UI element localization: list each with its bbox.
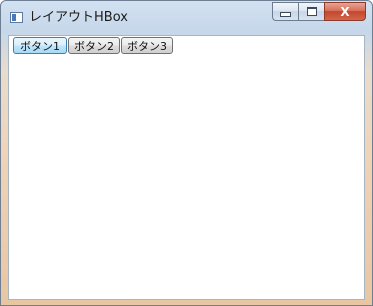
window-client-area <box>8 35 365 300</box>
button-1[interactable]: ボタン1 <box>13 37 67 54</box>
maximize-icon <box>306 7 317 16</box>
close-icon: X <box>340 4 350 19</box>
minimize-button[interactable] <box>272 2 298 21</box>
minimize-icon <box>280 12 291 17</box>
app-window-icon[interactable] <box>10 12 23 23</box>
maximize-button[interactable] <box>298 2 324 21</box>
hbox-panel: ボタン1 ボタン2 ボタン3 <box>13 37 174 54</box>
caption-buttons: X <box>272 2 366 22</box>
close-button[interactable]: X <box>324 2 366 21</box>
main-window: レイアウトHBox X ボタン1 ボタン2 ボタン3 <box>0 0 373 306</box>
window-title: レイアウトHBox <box>29 10 128 25</box>
button-3[interactable]: ボタン3 <box>121 37 173 54</box>
title-bar[interactable]: レイアウトHBox X <box>1 1 372 35</box>
button-2[interactable]: ボタン2 <box>68 37 120 54</box>
